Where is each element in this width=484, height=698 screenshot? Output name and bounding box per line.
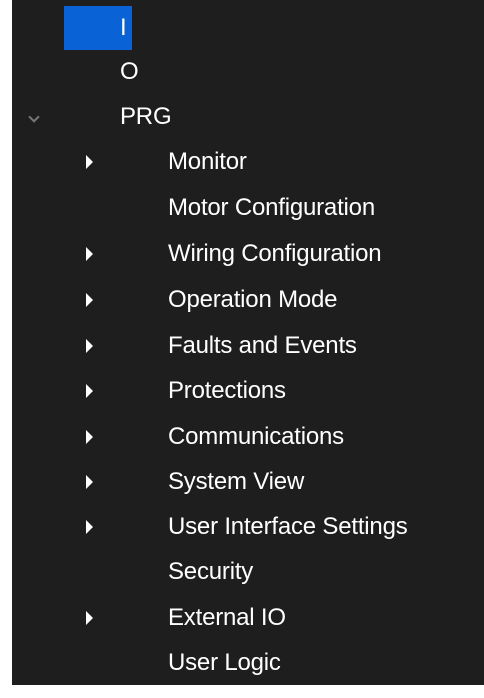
tree-item-label: Protections [168,377,286,404]
chevron-right-icon[interactable] [86,339,93,353]
tree-item-label: Faults and Events [168,332,357,359]
tree-panel: I O PRG Monitor Motor Configuration Wiri… [0,0,484,698]
chevron-right-icon[interactable] [86,247,93,261]
tree-item-security[interactable]: Security [12,550,484,594]
tree-item-label: Motor Configuration [168,194,375,221]
tree-item-label: Communications [168,423,344,450]
tree-item-system-view[interactable]: System View [12,460,484,504]
chevron-down-icon[interactable] [28,111,40,123]
tree-item-label: O [120,58,139,85]
tree-item-faults-and-events[interactable]: Faults and Events [12,324,484,368]
tree-item-label: User Logic [168,649,281,676]
tree-item-label: Wiring Configuration [168,240,382,267]
tree-item-o[interactable]: O [12,50,484,94]
chevron-right-icon[interactable] [86,384,93,398]
tree-item-prg[interactable]: PRG [12,95,484,139]
tree-item-label: PRG [120,103,172,130]
chevron-right-icon[interactable] [86,155,93,169]
tree-item-user-interface-settings[interactable]: User Interface Settings [12,505,484,549]
chevron-right-icon[interactable] [86,430,93,444]
tree-item-user-logic[interactable]: User Logic [12,641,484,685]
tree-item-external-io[interactable]: External IO [12,596,484,640]
tree-item-communications[interactable]: Communications [12,415,484,459]
chevron-right-icon[interactable] [86,611,93,625]
tree-item-motor-configuration[interactable]: Motor Configuration [12,186,484,230]
tree-item-label: Operation Mode [168,286,338,313]
chevron-right-icon[interactable] [86,520,93,534]
tree-item-protections[interactable]: Protections [12,369,484,413]
tree-item-monitor[interactable]: Monitor [12,140,484,184]
tree-item-label: I [120,14,127,41]
tree-item-label: Monitor [168,148,247,175]
tree-item-label: User Interface Settings [168,513,408,540]
tree-item-label: External IO [168,604,286,631]
tree-item-label: Security [168,558,254,585]
tree-item-label: System View [168,468,305,495]
tree-item-operation-mode[interactable]: Operation Mode [12,278,484,322]
navigation-tree: I O PRG Monitor Motor Configuration Wiri… [12,0,484,685]
chevron-right-icon[interactable] [86,293,93,307]
tree-item-i[interactable]: I [12,6,484,50]
chevron-right-icon[interactable] [86,475,93,489]
tree-item-wiring-configuration[interactable]: Wiring Configuration [12,232,484,276]
